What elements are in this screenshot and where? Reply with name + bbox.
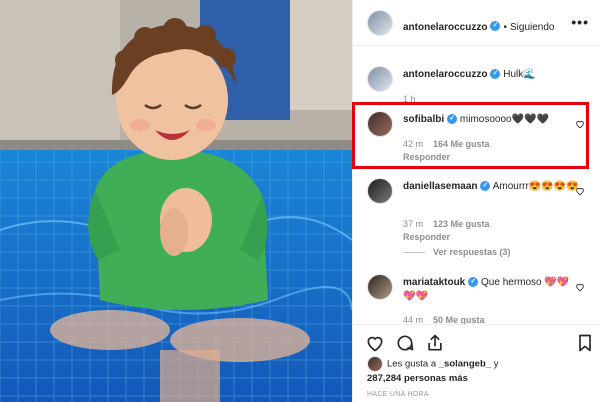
caption-avatar[interactable] [367, 66, 393, 92]
commenter-avatar[interactable] [367, 178, 393, 204]
post-side-panel: antonelaroccuzzo ✓ • Siguiendo ••• antonela… [352, 0, 600, 402]
separator-dot: • [503, 22, 507, 33]
caption: antonelaroccuzzo ✓ Hulk🌊 1 h [353, 66, 600, 106]
comment-age: 37 m [403, 219, 424, 229]
verified-icon: ✓ [490, 69, 501, 80]
comment-username[interactable]: daniellasemaan [403, 181, 477, 192]
commenter-avatar[interactable] [367, 274, 393, 300]
comment-text-line: daniellasemaan ✓ Amourrr😍😍😍😍 [403, 180, 579, 194]
follow-status[interactable]: Siguiendo [510, 22, 554, 33]
verified-icon: ✓ [490, 20, 501, 31]
view-replies-label: Ver respuestas (3) [433, 247, 511, 257]
caption-username[interactable]: antonelaroccuzzo [403, 69, 487, 80]
child-in-pool-image [0, 0, 352, 402]
verified-icon: ✓ [468, 277, 479, 288]
caption-text-line: antonelaroccuzzo ✓ Hulk🌊 [403, 68, 579, 82]
highlight-box [352, 102, 589, 169]
author-line: antonelaroccuzzo ✓ • Siguiendo [403, 17, 554, 35]
share-icon[interactable] [425, 333, 445, 353]
caption-text: Hulk🌊 [503, 69, 536, 80]
likes-summary: Les gusta a _solangeb_ y 287,284 persona… [367, 356, 597, 385]
more-icon[interactable]: ••• [571, 14, 589, 30]
action-bar [353, 324, 600, 358]
comment-meta: 37 m 123 Me gusta [403, 219, 490, 229]
view-replies-button[interactable]: Ver respuestas (3) [403, 247, 511, 257]
comment-icon[interactable] [395, 333, 415, 353]
heart-icon[interactable] [575, 282, 585, 292]
likes-mid: y [493, 358, 499, 370]
comment-text-line: mariataktouk ✓ Que hermoso 💖💖💖💖 [403, 276, 579, 304]
likes-count[interactable]: 287,284 personas más [367, 373, 468, 384]
post-photo[interactable] [0, 0, 352, 402]
verified-icon: ✓ [480, 181, 491, 192]
author-avatar[interactable] [367, 10, 393, 36]
heart-icon[interactable] [365, 333, 385, 353]
comment-item: daniellasemaan ✓ Amourrr😍😍😍😍 37 m 123 Me g… [353, 178, 600, 258]
liker-username[interactable]: _solangeb_ [439, 359, 491, 370]
likes-prefix: Les gusta a [387, 358, 437, 370]
comment-likes[interactable]: 123 Me gusta [433, 219, 490, 229]
comment-username[interactable]: mariataktouk [403, 277, 465, 288]
post-header: antonelaroccuzzo ✓ • Siguiendo ••• [353, 0, 600, 46]
divider-line [403, 252, 425, 254]
reply-button[interactable]: Responder [403, 232, 450, 242]
author-username[interactable]: antonelaroccuzzo [403, 22, 487, 33]
post-timestamp: HACE UNA HORA [367, 391, 429, 398]
liker-avatar[interactable] [367, 356, 383, 372]
comment-text: Amourrr😍😍😍😍 [492, 181, 579, 192]
heart-icon[interactable] [575, 186, 585, 196]
bookmark-icon[interactable] [575, 333, 595, 353]
